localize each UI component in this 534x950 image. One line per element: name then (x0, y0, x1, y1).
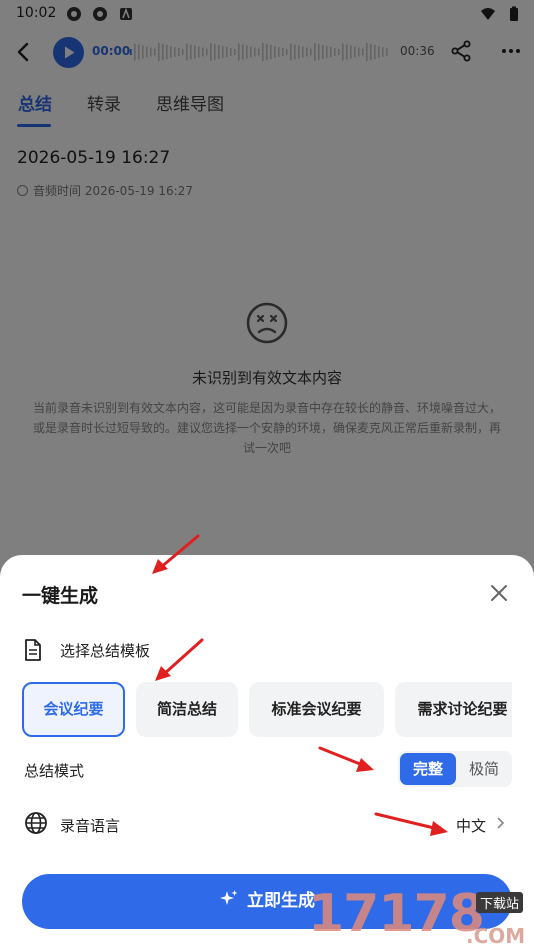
annotation-arrow (374, 812, 448, 836)
watermark-number: 17178 (308, 884, 485, 944)
watermark-tag: 下载站 (476, 892, 524, 913)
recording-language-label: 录音语言 (60, 817, 121, 835)
template-section-label: 选择总结模板 (60, 642, 151, 660)
summary-mode-label: 总结模式 (24, 762, 85, 780)
generate-now-label: 立即生成 (247, 891, 315, 911)
chevron-right-icon (497, 817, 505, 829)
close-icon[interactable] (488, 582, 510, 604)
recording-language-value: 中文 (456, 817, 487, 835)
annotation-arrow (318, 746, 374, 772)
document-icon (25, 639, 41, 661)
mode-option-minimal[interactable]: 极简 (458, 753, 510, 785)
template-chip-brief-summary[interactable]: 简洁总结 (136, 682, 238, 737)
annotation-arrow (155, 638, 204, 681)
template-chip-requirements-minutes[interactable]: 需求讨论纪要 (395, 682, 512, 737)
watermark-domain: .COM (466, 924, 526, 948)
annotation-arrow (152, 534, 200, 574)
template-chip-standard-minutes[interactable]: 标准会议纪要 (249, 682, 384, 737)
summary-mode-row: 总结模式 完整 极简 (22, 751, 512, 787)
mode-option-full[interactable]: 完整 (400, 753, 456, 785)
template-chip-meeting-minutes[interactable]: 会议纪要 (22, 682, 125, 737)
watermark-logo: 17178 下载站 .COM (308, 880, 534, 950)
globe-icon (25, 812, 47, 834)
summary-mode-toggle: 完整 极简 (398, 751, 512, 787)
template-chip-list: 会议纪要 简洁总结 标准会议纪要 需求讨论纪要 (22, 682, 512, 738)
sheet-title: 一键生成 (22, 585, 99, 607)
sparkle-icon (220, 890, 238, 905)
